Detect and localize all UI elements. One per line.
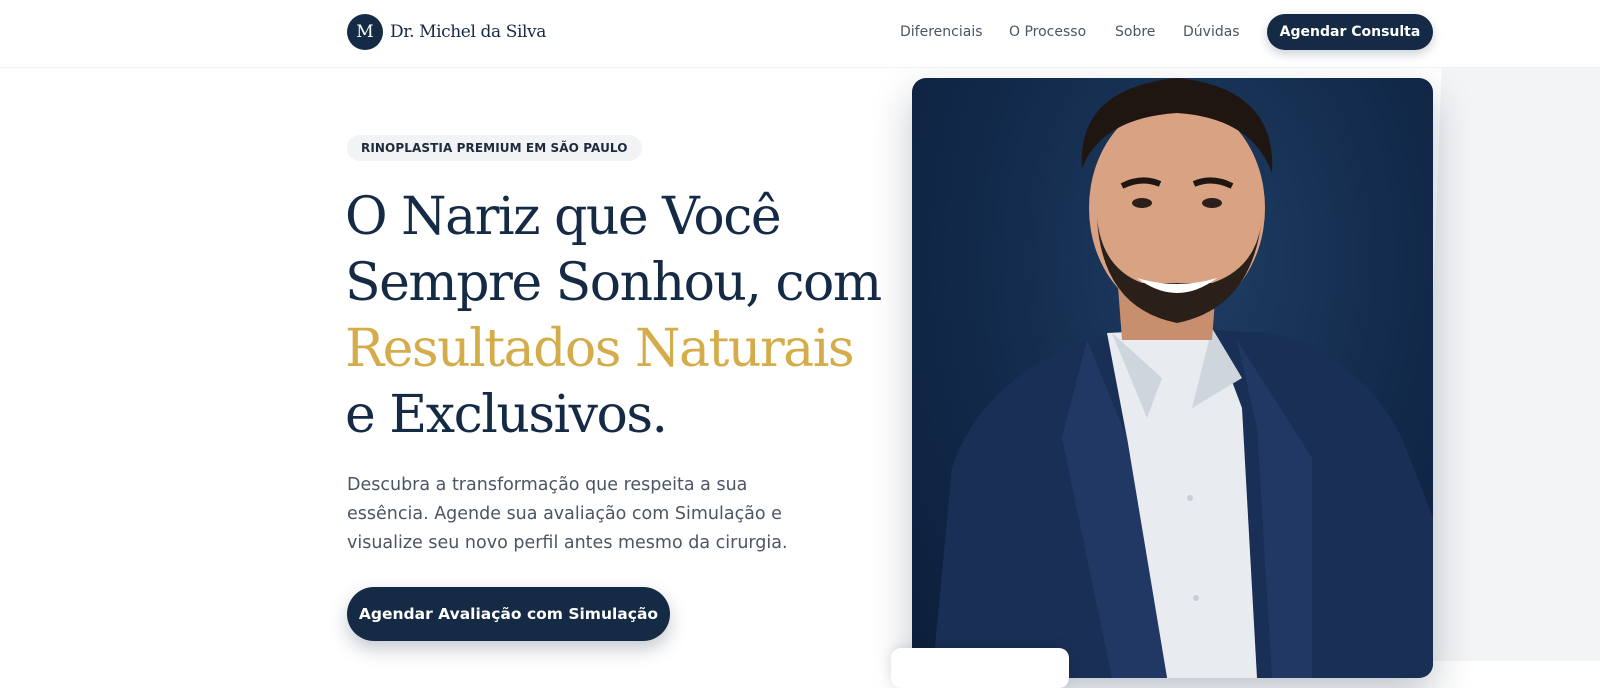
headline-line-2: Sempre Sonhou, com xyxy=(345,253,882,313)
doctor-portrait-photo xyxy=(912,78,1433,678)
logo-mark: M xyxy=(347,14,383,50)
nav-link-diferenciais[interactable]: Diferenciais xyxy=(900,24,983,40)
hero-description-line-1: Descubra a transformação que respeita a … xyxy=(347,475,748,495)
doctor-portrait-illustration xyxy=(932,78,1433,678)
header-schedule-button[interactable]: Agendar Consulta xyxy=(1267,14,1433,50)
hero-description: Descubra a transformação que respeita a … xyxy=(347,471,807,558)
headline-line-4: e Exclusivos. xyxy=(345,385,668,445)
nav-link-o-processo[interactable]: O Processo xyxy=(1009,24,1086,40)
hero-description-line-2: essência. Agende sua avaliação com Simul… xyxy=(347,504,782,524)
hero-backdrop-shape xyxy=(1420,68,1600,661)
hero-headline: O Nariz que Você Sempre Sonhou, com Resu… xyxy=(345,184,905,448)
hero-eyebrow-badge: RINOPLASTIA PREMIUM EM SÃO PAULO xyxy=(347,135,642,161)
headline-line-1: O Nariz que Você xyxy=(345,187,782,247)
hero-description-line-3: visualize seu novo perfil antes mesmo da… xyxy=(347,533,788,553)
brand-name: Dr. Michel da Silva xyxy=(390,22,546,42)
floating-info-card xyxy=(891,648,1069,688)
hero-schedule-evaluation-button[interactable]: Agendar Avaliação com Simulação xyxy=(347,587,670,641)
brand-logo[interactable]: M Dr. Michel da Silva xyxy=(347,14,546,50)
nav-link-sobre[interactable]: Sobre xyxy=(1115,24,1155,40)
nav-link-duvidas[interactable]: Dúvidas xyxy=(1183,24,1240,40)
headline-highlight: Resultados Naturais xyxy=(345,319,855,379)
site-header: M Dr. Michel da Silva Diferenciais O Pro… xyxy=(0,0,1600,68)
